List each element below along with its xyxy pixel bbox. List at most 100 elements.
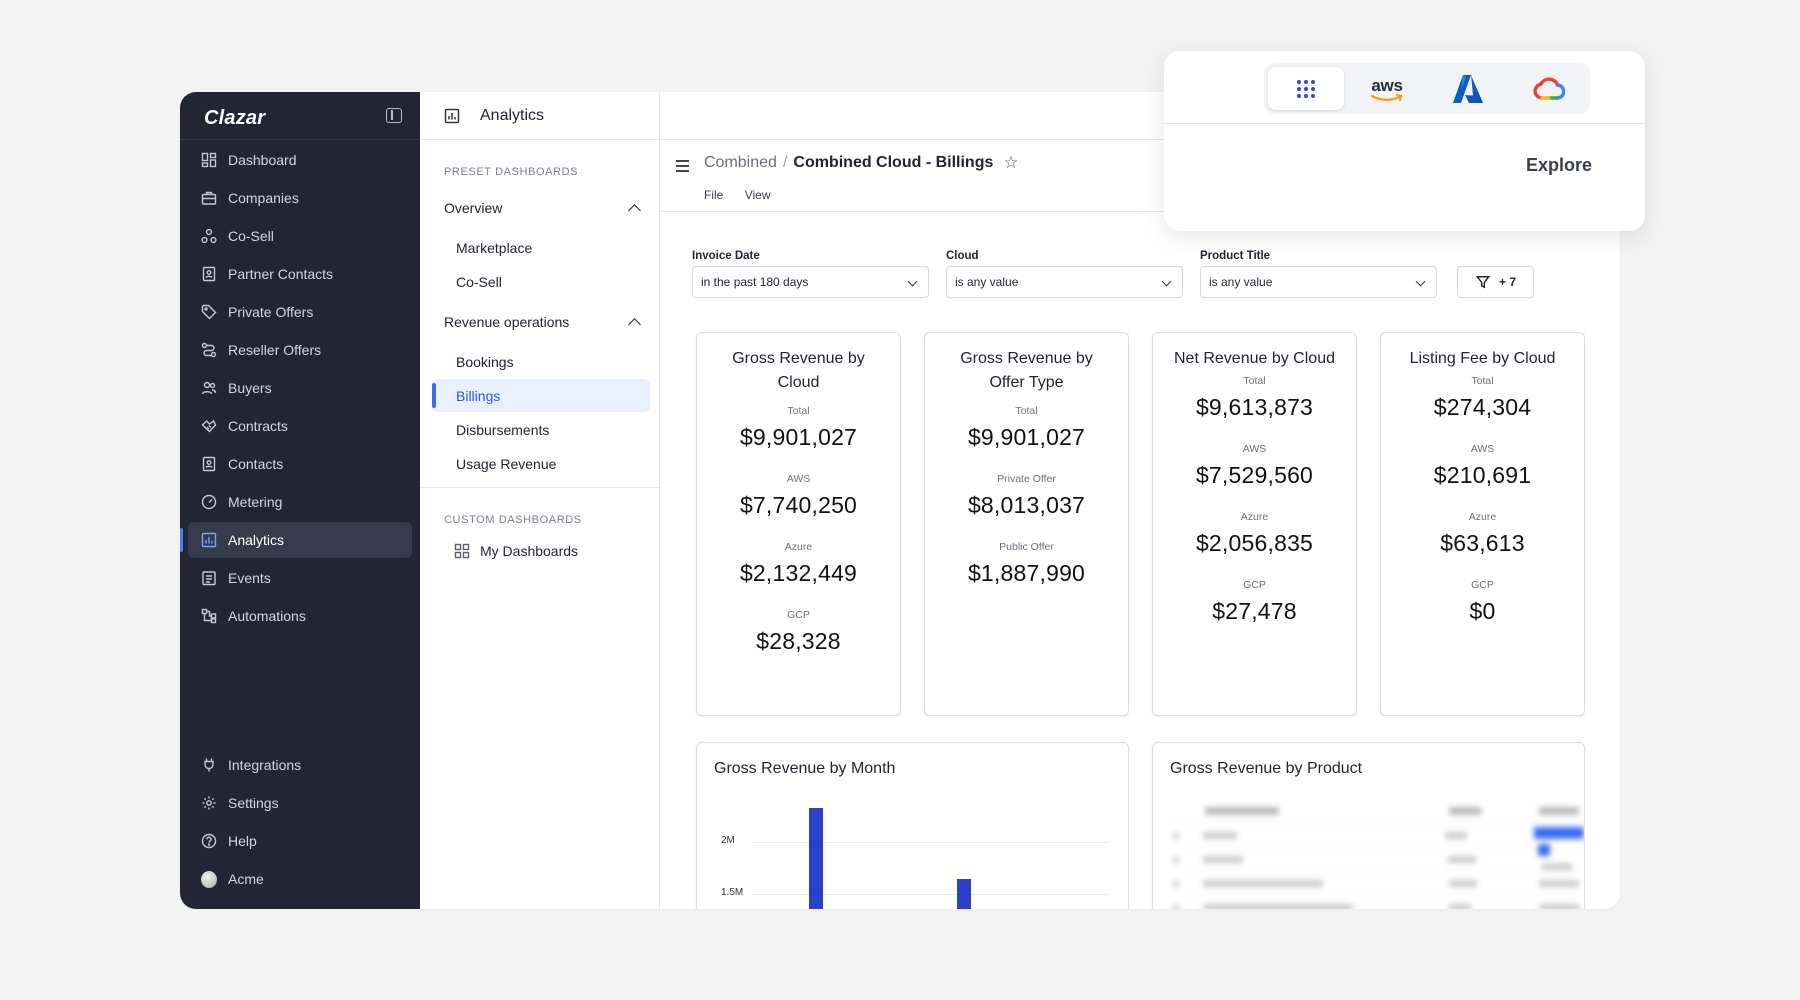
stat-label: Azure — [1468, 511, 1497, 523]
table-row — [1169, 871, 1584, 895]
plug-icon — [201, 757, 217, 773]
view-menu[interactable]: View — [745, 188, 771, 202]
chevron-down-icon — [907, 276, 918, 287]
google-cloud-tab[interactable] — [1511, 67, 1587, 110]
filter-value: is any value — [955, 275, 1019, 289]
users-icon — [201, 380, 217, 396]
more-filters-button[interactable]: + 7 — [1457, 266, 1534, 298]
chart-bar[interactable] — [957, 879, 971, 909]
dashboard-icon — [201, 152, 217, 168]
table-row — [1169, 823, 1584, 847]
filter-label-cloud: Cloud — [946, 250, 979, 262]
contact-book-icon — [201, 266, 217, 282]
breadcrumb-current: Combined Cloud - Billings — [793, 154, 994, 171]
all-clouds-tab[interactable] — [1268, 67, 1344, 110]
grid-line — [752, 894, 1110, 895]
stat-label: AWS — [1242, 443, 1267, 455]
chevron-up-icon — [628, 203, 641, 217]
dashboard-item-label: Disbursements — [456, 421, 550, 438]
group-label: Overview — [444, 200, 503, 216]
dashboard-grid-icon — [454, 543, 470, 559]
sidebar-item-label: Reseller Offers — [228, 342, 322, 358]
filter-label-invoice-date: Invoice Date — [692, 250, 760, 262]
table-panel-gross-revenue-by-product: Gross Revenue by Product — [1152, 742, 1585, 909]
sidebar-item-private-offers[interactable]: Private Offers — [188, 294, 412, 330]
stat-value: $7,740,250 — [739, 492, 858, 518]
chart-bar[interactable] — [809, 807, 823, 909]
card-title: Net Revenue by Cloud — [1174, 350, 1335, 367]
sidebar-item-contracts[interactable]: Contracts — [188, 408, 412, 444]
table-row — [1169, 844, 1584, 871]
filter-value: in the past 180 days — [701, 275, 809, 289]
card-title: Gross Revenue by Offer Type — [960, 350, 1093, 391]
tag-icon — [201, 304, 217, 320]
sidebar-item-partner-contacts[interactable]: Partner Contacts — [188, 256, 412, 292]
dashboard-item-label: Bookings — [456, 353, 514, 370]
sidebar-item-settings[interactable]: Settings — [188, 785, 412, 821]
dashboard-item-co-sell[interactable]: Co-Sell — [432, 265, 650, 298]
table-row — [1169, 895, 1584, 909]
overview-group-toggle[interactable]: Overview — [444, 200, 643, 217]
aws-tab[interactable]: aws — [1349, 67, 1425, 110]
stat-value: $28,328 — [756, 628, 841, 654]
sidebar-item-label: Integrations — [228, 757, 302, 773]
stat-value: $27,478 — [1212, 598, 1297, 624]
sidebar-item-account[interactable]: Acme — [188, 861, 412, 897]
star-favorite-icon[interactable]: ☆ — [1003, 153, 1018, 173]
sidebar-item-events[interactable]: Events — [188, 560, 412, 596]
chevron-down-icon — [1161, 276, 1172, 287]
revenue-operations-group-toggle[interactable]: Revenue operations — [444, 314, 643, 331]
stat-label: GCP — [787, 609, 810, 621]
stat-card-listing-fee-by-cloud: Listing Fee by Cloud Total $274,304 AWS … — [1380, 332, 1585, 716]
cloud-segmented-control: aws — [1264, 63, 1590, 114]
analytics-icon — [201, 532, 217, 548]
sidebar-item-automations[interactable]: Automations — [188, 598, 412, 634]
custom-dashboards-header: CUSTOM DASHBOARDS — [444, 514, 582, 526]
azure-tab[interactable] — [1430, 67, 1506, 110]
breadcrumb-parent[interactable]: Combined — [704, 154, 777, 172]
sidebar-item-help[interactable]: Help — [188, 823, 412, 859]
card-title: Gross Revenue by Cloud — [732, 350, 865, 391]
stat-card-net-revenue-by-cloud: Net Revenue by Cloud Total $9,613,873 AW… — [1152, 332, 1357, 716]
cloud-filter[interactable]: is any value — [946, 266, 1183, 298]
panel-divider — [420, 487, 659, 488]
sidebar-item-label: Automations — [228, 608, 306, 624]
sidebar-item-dashboard[interactable]: Dashboard — [188, 142, 412, 178]
stat-label: Total — [1243, 375, 1266, 387]
sidebar-item-companies[interactable]: Companies — [188, 180, 412, 216]
hamburger-menu-icon[interactable] — [676, 160, 689, 175]
sidebar-item-co-sell[interactable]: Co-Sell — [188, 218, 412, 254]
gauge-icon — [201, 494, 217, 510]
sidebar-item-integrations[interactable]: Integrations — [188, 747, 412, 783]
dashboard-item-usage-revenue[interactable]: Usage Revenue — [432, 447, 650, 480]
stat-label: Total — [1471, 375, 1494, 387]
sidebar-item-label: Metering — [228, 494, 283, 510]
stat-label: GCP — [1243, 579, 1266, 591]
invoice-date-filter[interactable]: in the past 180 days — [692, 266, 929, 298]
product-title-filter[interactable]: is any value — [1200, 266, 1437, 298]
stat-label: Public Offer — [999, 541, 1054, 553]
dashboard-item-bookings[interactable]: Bookings — [432, 345, 650, 378]
group-label: Revenue operations — [444, 314, 570, 330]
sidebar-item-analytics[interactable]: Analytics — [180, 522, 412, 558]
my-dashboards-link[interactable]: My Dashboards — [454, 543, 578, 559]
y-tick-label: 1.5M — [721, 887, 744, 898]
dashboard-item-marketplace[interactable]: Marketplace — [432, 231, 650, 264]
dashboard-item-disbursements[interactable]: Disbursements — [432, 413, 650, 446]
dashboard-item-billings[interactable]: Billings — [432, 379, 650, 412]
blurred-product-table — [1169, 799, 1584, 909]
filter-value: is any value — [1209, 275, 1273, 289]
stat-value: $0 — [1469, 598, 1496, 624]
sidebar-item-reseller-offers[interactable]: Reseller Offers — [188, 332, 412, 368]
chevron-down-icon — [1415, 276, 1426, 287]
explore-button[interactable]: Explore — [1526, 155, 1592, 176]
sidebar-item-metering[interactable]: Metering — [188, 484, 412, 520]
sidebar-item-buyers[interactable]: Buyers — [188, 370, 412, 406]
my-dashboards-label: My Dashboards — [480, 543, 579, 559]
collapse-sidebar-icon[interactable] — [386, 108, 402, 123]
file-menu[interactable]: File — [704, 188, 723, 202]
dashboard-content: Combined / Combined Cloud - Billings ☆ F… — [660, 140, 1620, 909]
sidebar-item-contacts[interactable]: Contacts — [188, 446, 412, 482]
all-clouds-grid-icon — [1297, 79, 1315, 98]
popup-divider — [1164, 123, 1645, 124]
